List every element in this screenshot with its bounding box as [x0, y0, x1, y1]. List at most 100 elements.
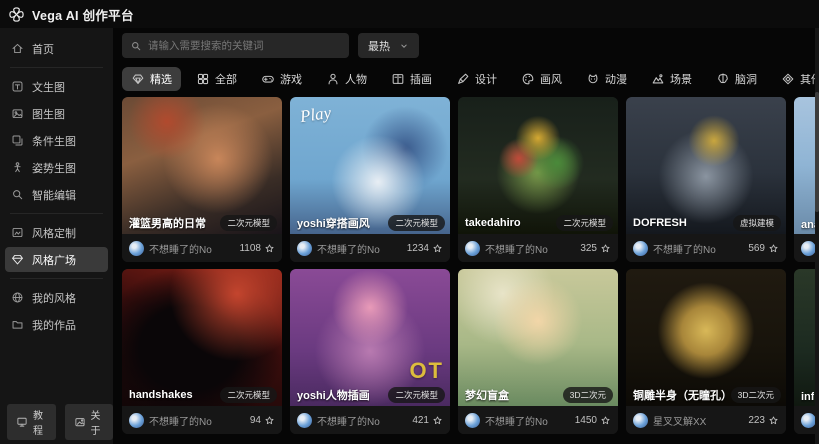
all-icon — [196, 72, 210, 86]
style-card[interactable]: 铜雕半身（无瞳孔）3D二次元星叉叉解XX223 — [626, 269, 786, 434]
sidebar-item-my-style[interactable]: 我的风格 — [5, 285, 108, 310]
sort-dropdown[interactable]: 最热 — [358, 33, 419, 58]
style-card[interactable]: 梦幻盲盒 3D二次元不想睡了的No1450 — [458, 269, 618, 434]
sidebar-item-label: 我的风格 — [32, 290, 76, 306]
card-image: 铜雕半身（无瞳孔）3D二次元 — [626, 269, 786, 406]
card-footer: 星叉叉解XX223 — [626, 406, 786, 434]
game-icon — [261, 72, 275, 86]
my-works-icon — [11, 318, 24, 331]
about-icon — [74, 416, 86, 428]
card-likes[interactable]: 1108 — [239, 243, 275, 254]
card-tag: 3D二次元 — [731, 387, 781, 403]
star-icon — [768, 243, 779, 254]
sidebar-item-label: 风格广场 — [32, 252, 76, 268]
card-likes[interactable]: 421 — [412, 415, 443, 426]
anime-icon — [586, 72, 600, 86]
card-tag: 二次元模型 — [220, 215, 277, 231]
card-author: 不想睡了的No — [297, 413, 380, 428]
card-likes[interactable]: 1450 — [575, 415, 611, 426]
footer-button-label: 教程 — [33, 407, 47, 437]
tab-label: 动漫 — [605, 71, 627, 87]
tab-anime[interactable]: 动漫 — [577, 67, 636, 91]
sidebar-item-condition-image[interactable]: 条件生图 — [5, 128, 108, 153]
card-likes[interactable]: 94 — [250, 415, 275, 426]
tutorial-button[interactable]: 教程 — [7, 404, 56, 440]
tutorial-icon — [16, 416, 28, 428]
tab-scene[interactable]: 场景 — [642, 67, 701, 91]
search-icon — [130, 40, 142, 52]
card-likes[interactable]: 325 — [580, 243, 611, 254]
card-author: 不想睡了的No — [129, 413, 212, 428]
tab-person[interactable]: 人物 — [317, 67, 376, 91]
my-style-icon — [11, 291, 24, 304]
card-author: 不想睡了的No — [633, 241, 716, 256]
style-card[interactable]: 灌篮男高的日常二次元模型不想睡了的No1108 — [122, 97, 282, 262]
card-tag: 3D二次元 — [563, 387, 613, 403]
text-to-image-icon — [11, 80, 24, 93]
search-input[interactable] — [148, 40, 341, 52]
card-overlay-text: OT — [409, 358, 444, 384]
author-name: 不想睡了的No — [485, 241, 548, 256]
tab-featured[interactable]: 精选 — [122, 67, 181, 91]
card-title: 灌篮男高的日常 — [129, 215, 206, 231]
card-likes[interactable]: 569 — [748, 243, 779, 254]
sidebar-item-smart-edit[interactable]: 智能编辑 — [5, 182, 108, 207]
tab-all[interactable]: 全部 — [187, 67, 246, 91]
tab-label: 人物 — [345, 71, 367, 87]
scene-icon — [651, 72, 665, 86]
card-image: 灌篮男高的日常二次元模型 — [122, 97, 282, 234]
style-card[interactable]: OTyoshi人物插画二次元模型不想睡了的No421 — [290, 269, 450, 434]
tab-brain[interactable]: 脑洞 — [707, 67, 766, 91]
search-box[interactable] — [122, 33, 349, 58]
featured-icon — [131, 72, 145, 86]
sidebar-item-style-plaza[interactable]: 风格广场 — [5, 247, 108, 272]
tab-other[interactable]: 其他 — [772, 67, 819, 91]
scrollbar-thumb[interactable] — [815, 92, 819, 212]
card-footer: 不想睡了的No1450 — [458, 406, 618, 434]
tab-artstyle[interactable]: 画风 — [512, 67, 571, 91]
style-card[interactable]: takedahiro二次元模型不想睡了的No 325 — [458, 97, 618, 262]
category-tabs: 精选全部游戏 人物插画设计画风 动漫 场景脑洞其他 — [122, 67, 819, 91]
style-plaza-icon — [11, 253, 24, 266]
tab-illustration[interactable]: 插画 — [382, 67, 441, 91]
sidebar-item-label: 文生图 — [32, 79, 65, 95]
style-card[interactable]: DOFRESH虚拟建模不想睡了的No569 — [626, 97, 786, 262]
condition-image-icon — [11, 134, 24, 147]
sidebar-item-my-works[interactable]: 我的作品 — [5, 312, 108, 337]
about-button[interactable]: 关于 — [65, 404, 114, 440]
likes-count: 1234 — [407, 243, 429, 254]
scrollbar-track — [815, 28, 819, 444]
sidebar-divider — [10, 213, 103, 214]
author-name: 不想睡了的No — [149, 241, 212, 256]
image-to-image-icon — [11, 107, 24, 120]
card-image: handshakes二次元模型 — [122, 269, 282, 406]
sidebar-item-pose-image[interactable]: 姿势生图 — [5, 155, 108, 180]
card-likes[interactable]: 223 — [748, 415, 779, 426]
sidebar-item-home[interactable]: 首页 — [5, 36, 108, 61]
tab-label: 精选 — [150, 71, 172, 87]
app-header: Vega AI 创作平台 — [0, 0, 819, 28]
style-card[interactable]: Playyoshi穿搭画风二次元模型不想睡了的No1234 — [290, 97, 450, 262]
card-footer: 不想睡了的No 421 — [290, 406, 450, 434]
card-image: takedahiro二次元模型 — [458, 97, 618, 234]
card-tag: 二次元模型 — [556, 215, 613, 231]
card-footer: 不想睡了的No 1108 — [122, 234, 282, 262]
author-avatar — [465, 413, 480, 428]
sidebar-item-style-custom[interactable]: 风格定制 — [5, 220, 108, 245]
tab-game[interactable]: 游戏 — [252, 67, 311, 91]
style-card[interactable]: handshakes二次元模型不想睡了的No 94 — [122, 269, 282, 434]
card-title: 梦幻盲盒 — [465, 387, 509, 403]
illustration-icon — [391, 72, 405, 86]
card-overlay-text: Play — [299, 103, 333, 127]
likes-count: 325 — [580, 243, 597, 254]
card-likes[interactable]: 1234 — [407, 243, 443, 254]
sidebar-item-image-to-image[interactable]: 图生图 — [5, 101, 108, 126]
card-image: Playyoshi穿搭画风二次元模型 — [290, 97, 450, 234]
sidebar-item-text-to-image[interactable]: 文生图 — [5, 74, 108, 99]
tab-design[interactable]: 设计 — [447, 67, 506, 91]
author-name: 不想睡了的No — [653, 241, 716, 256]
design-icon — [456, 72, 470, 86]
tab-label: 场景 — [670, 71, 692, 87]
sort-label: 最热 — [368, 38, 390, 54]
vega-logo-icon — [8, 6, 25, 23]
